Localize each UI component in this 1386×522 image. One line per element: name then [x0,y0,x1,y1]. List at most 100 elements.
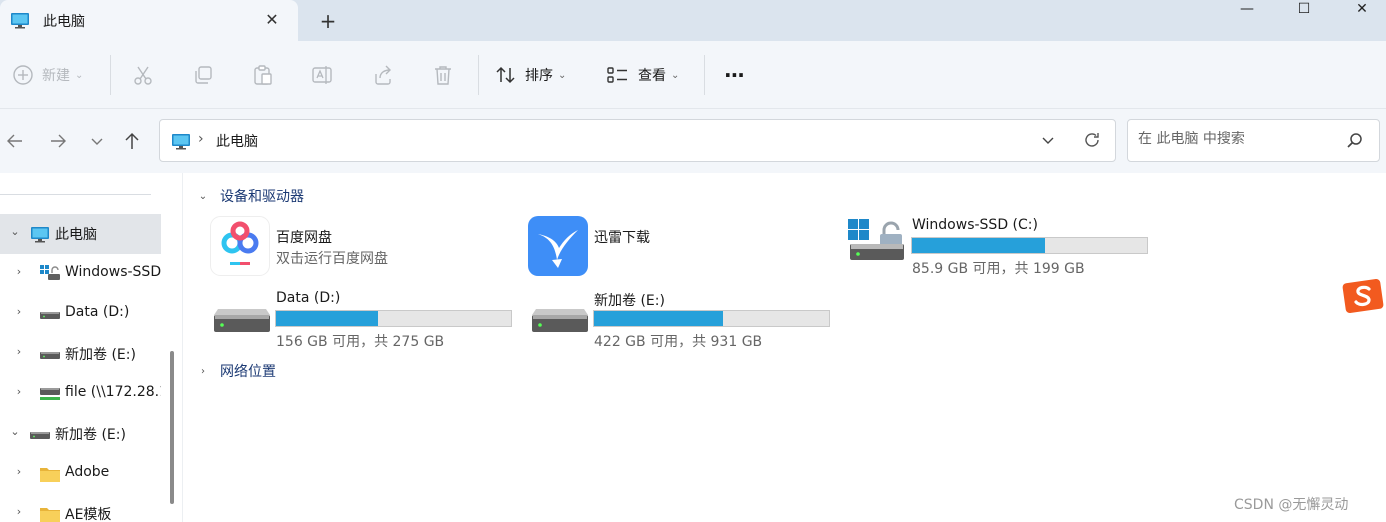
recent-locations-button[interactable] [85,129,109,153]
drive-free-text: 85.9 GB 可用，共 199 GB [912,261,1085,277]
tab-this-pc[interactable]: 此电脑 ✕ [0,0,298,41]
drive-icon [40,349,60,365]
group-devices-header[interactable]: ⌄ 设备和驱动器 [196,186,304,206]
sidebar-item-d-drive[interactable]: › Data (D:) [0,294,161,334]
sidebar-item-label: AE模板 [65,507,112,522]
maximize-button[interactable]: ☐ [1281,0,1327,20]
share-icon [375,65,391,85]
tile-subtitle: 双击运行百度网盘 [276,251,388,267]
view-list-icon [607,67,627,83]
network-drive-icon [40,387,60,405]
back-button[interactable] [3,129,27,153]
minimize-button[interactable]: — [1224,0,1270,20]
new-button[interactable]: 新建 ⌄ [12,41,83,109]
drive-usage-bar [911,237,1148,254]
chevron-right-icon: › [201,365,205,377]
tile-drive-d[interactable]: Data (D:) 156 GB 可用，共 275 GB [210,287,512,353]
tile-drive-c[interactable]: Windows-SSD (C:) 85.9 GB 可用，共 199 GB [846,214,1148,280]
breadcrumb-this-pc[interactable]: 此电脑 [216,131,258,151]
group-network-header[interactable]: › 网络位置 [196,361,276,381]
drive-usage-bar [593,310,830,327]
breadcrumb-separator[interactable]: › [198,131,204,147]
sidebar-item-e-volume[interactable]: ⌄ 新加卷 (E:) [0,414,161,454]
tile-name: Data (D:) [276,290,341,306]
sidebar-item-adobe[interactable]: › Adobe [0,454,161,494]
rename-button[interactable] [311,41,333,109]
drive-icon [40,309,60,325]
group-title: 设备和驱动器 [220,189,304,205]
sidebar-item-ae-templates[interactable]: › AE模板 [0,494,161,522]
refresh-button[interactable] [1082,130,1102,154]
this-pc-icon [30,226,50,247]
tile-name: Windows-SSD (C:) [912,217,1038,233]
search-box[interactable] [1127,119,1380,162]
cut-button[interactable] [132,41,154,109]
tile-xunlei-download[interactable]: 迅雷下载 [528,216,818,276]
sidebar-item-this-pc[interactable]: ⌄ 此电脑 [0,214,161,254]
search-input[interactable] [1138,131,1338,147]
chevron-right-icon[interactable]: › [12,265,26,278]
sogou-ime-icon[interactable] [1342,278,1384,315]
toolbar-divider [110,55,111,95]
toolbar-divider [478,55,479,95]
close-window-button[interactable]: ✕ [1339,0,1385,20]
group-title: 网络位置 [220,364,276,380]
drive-icon [530,305,590,339]
drive-usage-fill [912,238,1046,253]
chevron-down-icon: ⌄ [75,69,84,81]
new-label: 新建 [42,68,70,84]
chevron-right-icon[interactable]: › [12,465,26,478]
nav-divider [0,194,151,195]
tile-name: 百度网盘 [276,230,332,246]
more-options-button[interactable]: ··· [724,41,745,109]
chevron-right-icon[interactable]: › [12,385,26,398]
search-icon[interactable] [1346,132,1364,154]
chevron-right-icon[interactable]: › [12,345,26,358]
sort-label: 排序 [525,68,553,84]
drive-free-text: 422 GB 可用，共 931 GB [594,334,763,350]
content-area: ⌄ 设备和驱动器 百度网盘 双击运行百度网盘 迅雷下载 Windows-SSD … [186,173,1386,522]
forward-button[interactable] [46,129,70,153]
delete-button[interactable] [432,41,454,109]
sidebar-item-c-drive[interactable]: › Windows-SSD (C:) [0,254,161,294]
tab-close-icon[interactable]: ✕ [262,10,282,30]
sidebar-item-e-drive[interactable]: › 新加卷 (E:) [0,334,161,374]
address-bar[interactable]: › 此电脑 [159,119,1116,162]
up-button[interactable] [120,129,144,153]
arrow-right-icon [51,134,66,148]
sidebar-item-network-drive[interactable]: › file (\\172.28.1.1) (Z:) [0,374,161,414]
folder-icon [40,506,60,522]
chevron-right-icon[interactable]: › [12,505,26,518]
chevron-down-icon [1042,137,1054,144]
trash-icon [435,66,451,85]
paste-icon [254,65,272,85]
sidebar-item-label: Windows-SSD (C:) [65,264,161,280]
command-bar: 新建 ⌄ 排序 ⌄ 查看 ⌄ ··· [0,41,1386,109]
drive-usage-bar [275,310,512,327]
navigation-pane: ⌄ 此电脑 › Windows-SSD (C:) › Data (D:) › 新… [0,173,183,522]
arrow-left-icon [7,134,22,148]
sort-button[interactable]: 排序 ⌄ [495,41,566,109]
view-button[interactable]: 查看 ⌄ [606,41,679,109]
sidebar-item-label: file (\\172.28.1.1) (Z:) [65,384,161,400]
system-drive-icon [40,264,60,286]
sidebar-scrollbar[interactable] [170,351,174,504]
chevron-down-icon: ⌄ [671,69,680,81]
chevron-down-icon[interactable]: ⌄ [8,425,22,438]
share-button[interactable] [372,41,394,109]
tile-drive-e[interactable]: 新加卷 (E:) 422 GB 可用，共 931 GB [528,287,830,353]
chevron-right-icon[interactable]: › [12,305,26,318]
chevron-down-icon[interactable]: ⌄ [8,225,22,238]
copy-button[interactable] [192,41,214,109]
tile-baidu-netdisk[interactable]: 百度网盘 双击运行百度网盘 [210,216,500,276]
tab-title: 此电脑 [43,14,85,30]
drive-free-text: 156 GB 可用，共 275 GB [276,334,445,350]
copy-icon [195,66,212,84]
paste-button[interactable] [252,41,274,109]
sidebar-item-label: 新加卷 (E:) [55,427,126,443]
address-row: › 此电脑 [0,109,1386,173]
this-pc-icon [171,133,191,154]
new-tab-button[interactable]: + [316,9,340,33]
address-dropdown-button[interactable] [1040,133,1056,153]
tile-name: 新加卷 (E:) [594,293,665,309]
